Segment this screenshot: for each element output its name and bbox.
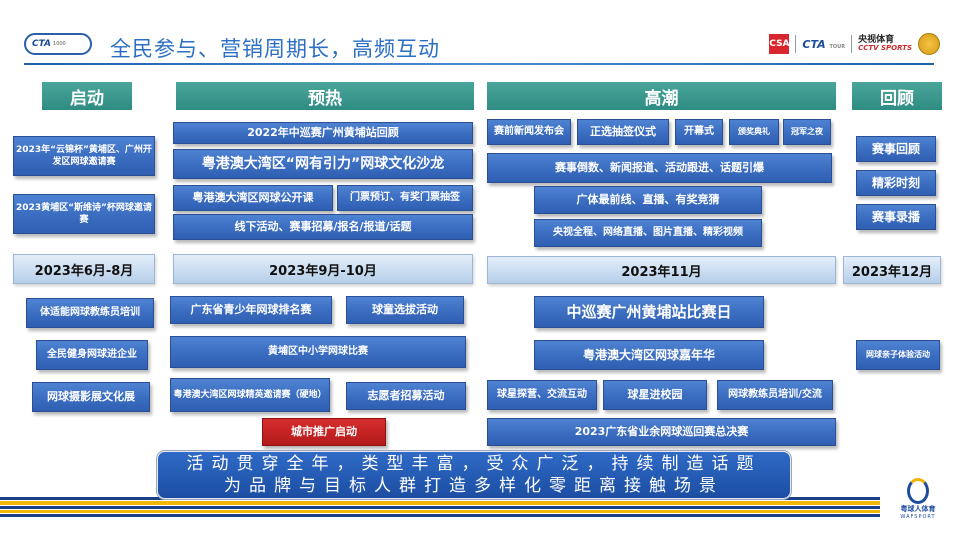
logo-left-text: CTA [32,39,52,49]
logo-divider [851,35,853,53]
warmup-event-youth-ranking: 广东省青少年网球排名赛 [170,296,332,324]
review-event-highlights: 精彩时刻 [856,170,936,196]
slogan-banner: 活动贯穿全年，类型丰富，受众广泛，持续制造话题 为品牌与目标人群打造多样化零距离… [157,451,791,499]
climax-event-award-ceremony: 颁奖典礼 [729,119,779,145]
cta-logo-sub: TOUR [829,43,846,50]
climax-event-countdown: 赛事倒数、新闻报道、活动跟进、话题引爆 [487,153,832,183]
phase-warmup: 预热 [176,82,474,110]
warmup-date: 2023年9月-10月 [173,254,473,284]
footer-brand-en: WAFSPORT [900,514,936,520]
warmup-event-ballkid-selection: 球童选拔活动 [346,296,464,324]
slogan-line-1: 活动贯穿全年，类型丰富，受众广泛，持续制造话题 [186,454,762,474]
start-date: 2023年6月-8月 [13,254,155,284]
page-title: 全民参与、营销周期长，高频互动 [110,37,440,61]
phase-start: 启动 [42,82,132,110]
climax-event-cctv-broadcast: 央视全程、网络直播、图片直播、精彩视频 [534,219,762,247]
review-date: 2023年12月 [843,256,941,284]
warmup-event-elite-invitational: 粤港澳大湾区网球精英邀请赛（硬地） [170,378,330,412]
cta-tour-logo: CTA TOUR [802,38,845,51]
footer-stripe [0,506,880,509]
climax-event-star-visit: 球星探营、交流互动 [487,380,597,410]
phase-climax: 高潮 [487,82,836,110]
warmup-event-city-promotion: 城市推广启动 [262,418,386,446]
tour-emblem-icon [918,33,940,55]
start-event-photo-exhibition: 网球摄影展文化展 [32,382,150,412]
slogan-line-2: 为品牌与目标人群打造多样化零距离接触场景 [224,476,724,496]
climax-event-draw-ceremony: 正选抽签仪式 [577,119,669,145]
wafsport-emblem-icon [907,478,929,504]
start-event-yunjin-cup: 2023年“云锦杯”黄埔区、广州开发区网球邀请赛 [13,136,155,176]
warmup-event-school-match: 黄埔区中小学网球比赛 [170,336,466,368]
review-event-family-experience: 网球亲子体验活动 [856,340,940,370]
warmup-event-open-class: 粤港澳大湾区网球公开课 [173,185,333,211]
warmup-event-ticket-lottery: 门票预订、有奖门票抽签 [337,185,473,211]
phase-review: 回顾 [852,82,942,110]
start-event-tennis-enterprise: 全民健身网球进企业 [36,340,148,370]
climax-event-coach-exchange: 网球教练员培训/交流 [717,380,833,410]
climax-event-finals: 2023广东省业余网球巡回赛总决赛 [487,418,836,446]
review-event-replay: 赛事录播 [856,204,936,230]
start-event-sweishi-cup: 2023黄埔区“斯维诗”杯网球邀请赛 [13,194,155,234]
cta-logo-text: CTA [802,37,826,51]
wafsport-logo: 粤球人体育 WAFSPORT [888,478,948,522]
cta-1000-logo: CTA 1000 [24,33,92,55]
climax-event-match-day: 中巡赛广州黄埔站比赛日 [534,296,764,328]
climax-event-carnival: 粤港澳大湾区网球嘉年华 [534,340,764,370]
climax-event-live-quiz: 广体最前线、直播、有奖竞猜 [534,186,762,214]
cctv-logo-en: CCTV SPORTS [858,44,912,52]
logo-left-sub: 1000 [53,41,66,47]
review-event-recap: 赛事回顾 [856,136,936,162]
climax-event-opening: 开幕式 [675,119,723,145]
header-divider [24,63,934,65]
footer-stripe [0,514,880,517]
climax-event-press-conference: 赛前新闻发布会 [487,119,571,145]
warmup-event-volunteer: 志愿者招募活动 [346,382,466,410]
warmup-event-salon: 粤港澳大湾区“网有引力”网球文化沙龙 [173,149,473,179]
sponsor-logos: CSA CTA TOUR 央视体育 CCTV SPORTS [769,33,940,55]
start-event-coach-training: 体适能网球教练员培训 [26,298,154,328]
cctv-sports-logo: 央视体育 CCTV SPORTS [858,36,912,52]
csa-logo: CSA [769,34,790,54]
warmup-event-review-2022: 2022年中巡赛广州黄埔站回顾 [173,122,473,144]
footer-stripe [0,501,880,505]
warmup-event-offline: 线下活动、赛事招募/报名/报道/话题 [173,214,473,240]
footer-brand-cn: 粤球人体育 [900,505,936,513]
climax-event-star-campus: 球星进校园 [603,380,707,410]
climax-date: 2023年11月 [487,256,836,284]
logo-divider [795,35,797,53]
climax-event-champion-night: 冠军之夜 [783,119,831,145]
footer-stripe [0,510,880,513]
